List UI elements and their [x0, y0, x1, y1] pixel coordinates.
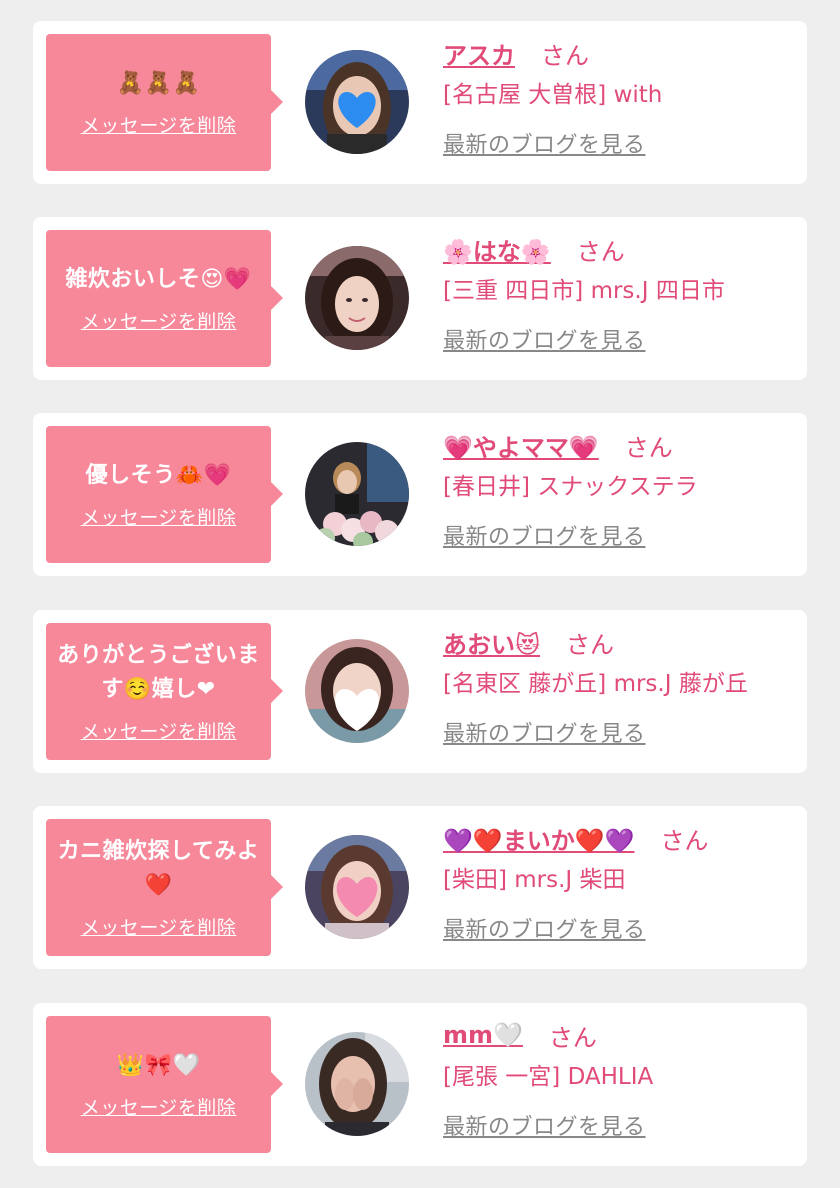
latest-blog-link[interactable]: 最新のブログを見る [443, 127, 646, 159]
latest-blog-link[interactable]: 最新のブログを見る [443, 1109, 646, 1141]
blue-heart-sticker-face-icon [305, 50, 409, 154]
avatar[interactable] [305, 246, 409, 350]
honorific: さん [541, 41, 589, 70]
user-info: 💜❤️まいか❤️💜 さん [柴田] mrs.J 柴田 最新のブログを見る [443, 818, 799, 944]
user-info: 🌸はな🌸 さん [三重 四日市] mrs.J 四日市 最新のブログを見る [443, 229, 799, 355]
latest-blog-link[interactable]: 最新のブログを見る [443, 716, 646, 748]
delete-message-link[interactable]: メッセージを削除 [81, 503, 237, 530]
delete-message-link[interactable]: メッセージを削除 [81, 111, 237, 138]
shop-label: [名東区 藤が丘] mrs.J 藤が丘 [443, 671, 748, 697]
message-bubble: 🧸🧸🧸 メッセージを削除 [46, 34, 283, 171]
white-heart-sticker-face-icon [305, 639, 409, 743]
message-bubble: カニ雑炊探してみよ❤️ メッセージを削除 [46, 819, 283, 956]
delete-message-link[interactable]: メッセージを削除 [81, 307, 237, 334]
avatar[interactable] [305, 639, 409, 743]
honorific: さん [548, 1023, 597, 1052]
message-bubble: 優しそう🦀💗 メッセージを削除 [46, 426, 283, 563]
latest-blog-link[interactable]: 最新のブログを見る [443, 519, 646, 551]
message-text: 優しそう🦀💗 [85, 463, 232, 488]
message-text: カニ雑炊探してみよ❤️ [57, 839, 260, 898]
latest-blog-link[interactable]: 最新のブログを見る [443, 323, 646, 355]
message-card: ありがとうございます☺️嬉し❤ メッセージを削除 あおい😻 さん [名東区 藤が… [33, 610, 807, 773]
delete-message-link[interactable]: メッセージを削除 [81, 717, 237, 744]
avatar[interactable] [305, 835, 409, 939]
message-text: 👑🎀🤍 [116, 1053, 201, 1078]
shop-label: [柴田] mrs.J 柴田 [443, 867, 626, 893]
user-name-link[interactable]: mm🤍 [443, 1021, 523, 1049]
message-list: 🧸🧸🧸 メッセージを削除 アスカ さん [名古屋 大曽根] with 最新のブロ… [0, 0, 840, 1188]
message-bubble: 👑🎀🤍 メッセージを削除 [46, 1016, 283, 1153]
shop-label: [三重 四日市] mrs.J 四日市 [443, 278, 725, 304]
latest-blog-link[interactable]: 最新のブログを見る [443, 912, 646, 944]
woman-covering-face-icon [305, 1032, 409, 1136]
avatar[interactable] [305, 50, 409, 154]
message-card: 👑🎀🤍 メッセージを削除 mm🤍 さん [尾張 一宮] DAHLIA 最新のブロ… [33, 1003, 807, 1166]
message-bubble: 雑炊おいしそ😍💗 メッセージを削除 [46, 230, 283, 367]
shop-label: [春日井] スナックステラ [443, 474, 698, 500]
avatar[interactable] [305, 442, 409, 546]
message-bubble: ありがとうございます☺️嬉し❤ メッセージを削除 [46, 623, 283, 760]
shop-label: [名古屋 大曽根] with [443, 82, 663, 108]
honorific: さん [576, 237, 625, 266]
user-name-link[interactable]: アスカ [443, 36, 515, 71]
honorific: さん [624, 433, 673, 462]
delete-message-link[interactable]: メッセージを削除 [81, 913, 237, 940]
message-text: 🧸🧸🧸 [116, 71, 201, 96]
user-name-link[interactable]: あおい😻 [443, 625, 540, 660]
user-name-link[interactable]: 💗やよママ💗 [443, 428, 599, 463]
user-info: 💗やよママ💗 さん [春日井] スナックステラ 最新のブログを見る [443, 425, 799, 551]
message-card: 🧸🧸🧸 メッセージを削除 アスカ さん [名古屋 大曽根] with 最新のブロ… [33, 21, 807, 184]
woman-with-flowers-icon [305, 442, 409, 546]
message-card: 雑炊おいしそ😍💗 メッセージを削除 🌸はな🌸 さん [三重 四日市] mrs.J… [33, 217, 807, 380]
delete-message-link[interactable]: メッセージを削除 [81, 1093, 237, 1120]
user-name-link[interactable]: 💜❤️まいか❤️💜 [443, 821, 635, 856]
user-info: アスカ さん [名古屋 大曽根] with 最新のブログを見る [443, 33, 799, 159]
pink-heart-sticker-face-icon [305, 835, 409, 939]
user-info: mm🤍 さん [尾張 一宮] DAHLIA 最新のブログを見る [443, 1015, 799, 1141]
user-info: あおい😻 さん [名東区 藤が丘] mrs.J 藤が丘 最新のブログを見る [443, 622, 799, 748]
honorific: さん [660, 826, 709, 855]
woman-portrait-icon [305, 246, 409, 350]
user-name-link[interactable]: 🌸はな🌸 [443, 232, 551, 267]
message-text: ありがとうございます☺️嬉し❤ [57, 643, 260, 702]
message-text: 雑炊おいしそ😍💗 [65, 267, 252, 292]
message-card: カニ雑炊探してみよ❤️ メッセージを削除 💜❤️まいか❤️💜 さん [柴田] m… [33, 806, 807, 969]
message-card: 優しそう🦀💗 メッセージを削除 💗やよママ💗 さん [春日井] スナックステラ … [33, 413, 807, 576]
shop-label: [尾張 一宮] DAHLIA [443, 1064, 654, 1090]
honorific: さん [566, 630, 615, 659]
avatar[interactable] [305, 1032, 409, 1136]
